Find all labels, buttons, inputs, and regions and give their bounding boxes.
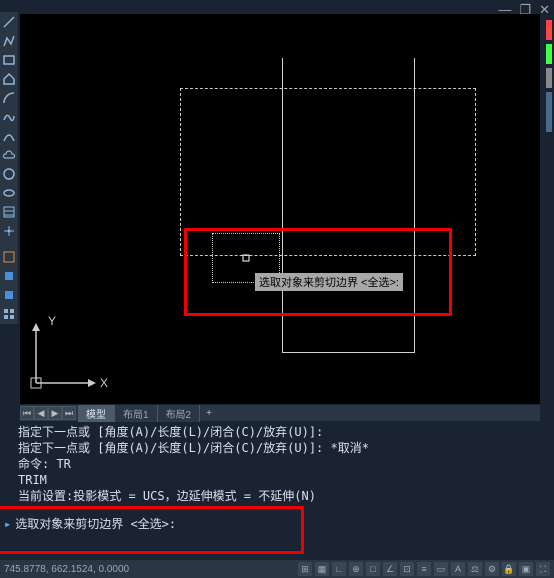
spline-tool-icon[interactable] [1, 109, 17, 125]
status-otrack-icon[interactable]: ∠ [383, 562, 397, 576]
tab-next-icon[interactable]: ▶ [48, 406, 62, 420]
tab-layout1[interactable]: 布局1 [115, 405, 158, 422]
status-ws-icon[interactable]: ⚙ [485, 562, 499, 576]
circle-tool-icon[interactable] [1, 166, 17, 182]
cloud-tool-icon[interactable] [1, 147, 17, 163]
cmd-history-line: 命令: TR [18, 456, 552, 472]
grid-tool-icon[interactable] [1, 306, 17, 322]
curve-tool-icon[interactable] [1, 128, 17, 144]
draw-toolbar [0, 12, 18, 324]
tab-prev-icon[interactable]: ◀ [34, 406, 48, 420]
line-tool-icon[interactable] [1, 14, 17, 30]
cmd-history-line: 当前设置:投影模式 = UCS，边延伸模式 = 不延伸(N) [18, 488, 552, 504]
cmd-history-line: 指定下一点或 [角度(A)/长度(L)/闭合(C)/放弃(U)]: *取消* [18, 440, 552, 456]
status-coordinates: 745.8778, 662.1524, 0.0000 [4, 564, 129, 575]
command-window[interactable]: 指定下一点或 [角度(A)/长度(L)/闭合(C)/放弃(U)]: 指定下一点或… [0, 422, 554, 556]
annotation-box-canvas [184, 228, 452, 316]
sep-icon [1, 242, 17, 246]
polyline-tool-icon[interactable] [1, 33, 17, 49]
ucs-icon: Y X [28, 311, 108, 394]
status-max-icon[interactable]: ⛶ [536, 562, 550, 576]
right-palette [546, 20, 554, 132]
swatch-green[interactable] [546, 44, 552, 64]
swatch-red[interactable] [546, 20, 552, 40]
cmd-history-line: 指定下一点或 [角度(A)/长度(L)/闭合(C)/放弃(U)]: [18, 424, 552, 440]
tab-last-icon[interactable]: ⏭ [62, 406, 76, 420]
ucs-x-label: X [100, 376, 108, 390]
layer2-tool-icon[interactable] [1, 268, 17, 284]
layer-tool-icon[interactable] [1, 249, 17, 265]
status-bar: 745.8778, 662.1524, 0.0000 ⊞ ▦ ∟ ⊕ □ ∠ ⊡… [0, 560, 554, 578]
annotation-box-cmd [0, 506, 304, 554]
status-polar-icon[interactable]: ⊕ [349, 562, 363, 576]
arc-tool-icon[interactable] [1, 90, 17, 106]
status-osnap-icon[interactable]: □ [366, 562, 380, 576]
status-lwt-icon[interactable]: ≡ [417, 562, 431, 576]
status-ortho-icon[interactable]: ∟ [332, 562, 346, 576]
status-ann-icon[interactable]: A [451, 562, 465, 576]
swatch-gray[interactable] [546, 68, 552, 88]
hatch-tool-icon[interactable] [1, 204, 17, 220]
object-line-h [282, 352, 415, 353]
point-tool-icon[interactable] [1, 223, 17, 239]
cmd-history-line: TRIM [18, 472, 552, 488]
status-model-icon[interactable]: ▭ [434, 562, 448, 576]
status-grid-icon[interactable]: ▦ [315, 562, 329, 576]
drawing-canvas[interactable]: 选取对象来剪切边界 <全选>: Y X [20, 14, 540, 404]
ellipse-tool-icon[interactable] [1, 185, 17, 201]
rect-tool-icon[interactable] [1, 52, 17, 68]
tab-first-icon[interactable]: ⏮ [20, 406, 34, 420]
layout-tabbar: ⏮ ◀ ▶ ⏭ 模型 布局1 布局2 + [20, 405, 540, 421]
swatch-blue[interactable] [546, 92, 552, 132]
status-scale-icon[interactable]: ⚖ [468, 562, 482, 576]
ucs-y-label: Y [48, 314, 56, 328]
status-clean-icon[interactable]: ▣ [519, 562, 533, 576]
status-lock-icon[interactable]: 🔒 [502, 562, 516, 576]
layer3-tool-icon[interactable] [1, 287, 17, 303]
status-snap-icon[interactable]: ⊞ [298, 562, 312, 576]
close-button[interactable]: ✕ [539, 2, 550, 18]
tab-add-button[interactable]: + [200, 407, 218, 420]
status-dyn-icon[interactable]: ⊡ [400, 562, 414, 576]
home-tool-icon[interactable] [1, 71, 17, 87]
tab-layout2[interactable]: 布局2 [158, 405, 201, 422]
tab-model[interactable]: 模型 [78, 405, 115, 422]
